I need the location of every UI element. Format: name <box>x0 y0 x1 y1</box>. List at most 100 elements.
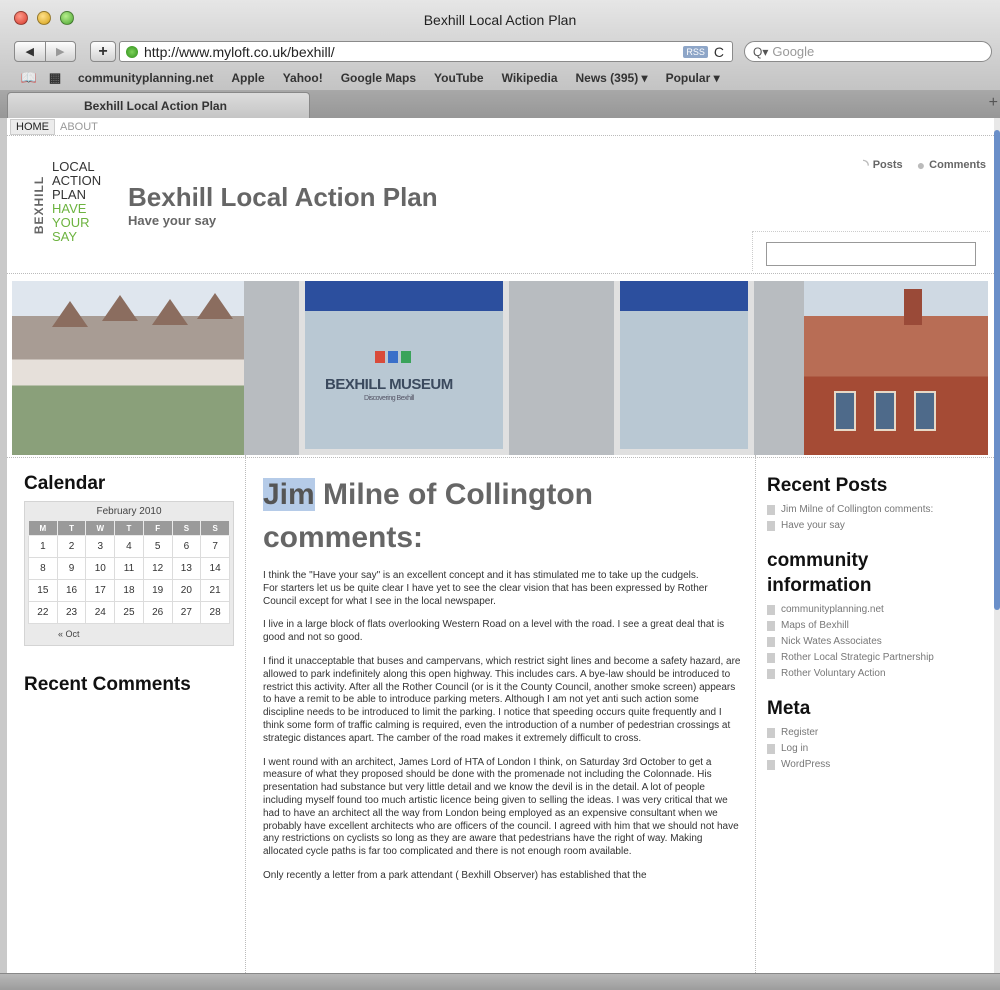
calendar-day: 27 <box>171 601 202 624</box>
post-paragraph: I live in a large block of flats overloo… <box>263 619 725 644</box>
community-link[interactable]: communityplanning.net <box>767 602 987 618</box>
calendar-day: 15 <box>28 579 58 602</box>
calendar-day: 2 <box>56 535 87 558</box>
header-divider <box>7 273 994 274</box>
new-tab-icon[interactable]: + <box>989 94 998 112</box>
post-body: I think the "Have your say" is an excell… <box>263 570 741 883</box>
calendar-day-header: S <box>171 520 202 536</box>
header-search <box>752 231 990 271</box>
nav-home-link[interactable]: HOME <box>10 118 55 135</box>
left-sidebar: Calendar February 2010 M T W T F S S 1 2… <box>24 473 234 702</box>
calendar-month: February 2010 <box>96 506 162 517</box>
top-sites-grid-icon[interactable]: ▦ <box>46 70 64 86</box>
bookmark-item[interactable]: YouTube <box>434 71 484 85</box>
calendar-day-header: F <box>142 520 173 536</box>
community-link[interactable]: Rother Voluntary Action <box>767 666 987 682</box>
vertical-scrollbar[interactable] <box>994 118 1000 973</box>
banner-houses-photo <box>12 281 244 455</box>
logo-line: LOCAL <box>52 159 95 174</box>
address-bar[interactable]: http://www.myloft.co.uk/bexhill/ RSS C <box>119 41 733 62</box>
calendar-day: 9 <box>56 557 87 580</box>
calendar-day: 10 <box>85 557 116 580</box>
back-arrow-icon[interactable]: ◀ <box>15 42 45 61</box>
window-title: Bexhill Local Action Plan <box>423 12 577 28</box>
museum-logo-icon <box>375 351 411 363</box>
rss-icon[interactable]: RSS <box>683 45 708 58</box>
calendar-day: 22 <box>28 601 58 624</box>
right-sidebar: Recent Posts Jim Milne of Collington com… <box>767 473 987 787</box>
site-search-input[interactable] <box>766 242 976 266</box>
bookmark-item[interactable]: News (395) ▾ <box>576 71 648 85</box>
post-paragraph: Only recently a letter from a park atten… <box>263 869 647 881</box>
logo-bexhill-text: BEXHILL <box>32 175 46 235</box>
comment-bubble-icon: ● <box>916 156 926 173</box>
search-field[interactable]: Q▾ Google <box>744 41 992 62</box>
bookmark-item[interactable]: Apple <box>231 71 264 85</box>
posts-feed-link[interactable]: Posts <box>873 159 903 171</box>
site-title[interactable]: Bexhill Local Action Plan <box>128 182 438 213</box>
tab-bar: Bexhill Local Action Plan + <box>0 90 1000 118</box>
community-information-title: community information <box>767 548 987 598</box>
calendar-prev-month-link[interactable]: « Oct <box>28 624 230 639</box>
calendar-day: 13 <box>171 557 202 580</box>
browser-chrome: Bexhill Local Action Plan ◀ ▶ + http://w… <box>0 0 1000 118</box>
column-separator <box>755 455 756 973</box>
add-bookmark-button[interactable]: + <box>90 41 116 62</box>
calendar-day: 28 <box>200 601 230 624</box>
community-link[interactable]: Rother Local Strategic Partnership <box>767 650 987 666</box>
nav-about-link[interactable]: ABOUT <box>55 120 103 134</box>
bookmarks-book-icon[interactable]: 📖 <box>20 70 38 86</box>
museum-window: BEXHILL MUSEUM Discovering Bexhill <box>299 281 509 455</box>
logo-line: HAVE <box>52 201 87 216</box>
calendar-day: 11 <box>114 557 144 580</box>
bookmark-item[interactable]: Google Maps <box>341 71 416 85</box>
calendar-day: 7 <box>200 535 230 558</box>
comments-feed-link[interactable]: Comments <box>929 159 986 171</box>
url-text[interactable]: http://www.myloft.co.uk/bexhill/ <box>144 44 683 60</box>
site-logo[interactable]: BEXHILL LOCAL ACTION PLAN HAVE YOUR SAY <box>32 160 122 255</box>
tab-bexhill[interactable]: Bexhill Local Action Plan <box>7 92 310 118</box>
recent-posts-list: Jim Milne of Collington comments: Have y… <box>767 502 987 534</box>
museum-window <box>614 281 754 455</box>
feed-links: ◝ Posts ● Comments <box>863 156 986 173</box>
community-links-list: communityplanning.net Maps of Bexhill Ni… <box>767 602 987 682</box>
navigation-toolbar: ◀ ▶ + http://www.myloft.co.uk/bexhill/ R… <box>0 40 1000 66</box>
recent-post-link[interactable]: Jim Milne of Collington comments: <box>767 502 987 518</box>
calendar-day: 6 <box>171 535 202 558</box>
bookmark-item[interactable]: communityplanning.net <box>78 71 213 85</box>
community-link[interactable]: Nick Wates Associates <box>767 634 987 650</box>
calendar-day: 12 <box>142 557 173 580</box>
status-bar <box>0 973 1000 990</box>
rss-feed-icon: ◝ <box>863 156 869 172</box>
banner-brick-building-photo <box>804 281 988 455</box>
reload-icon[interactable]: C <box>714 44 724 60</box>
calendar-day: 18 <box>114 579 144 602</box>
community-link[interactable]: Maps of Bexhill <box>767 618 987 634</box>
search-placeholder: Google <box>772 44 815 59</box>
login-link[interactable]: Log in <box>767 741 987 757</box>
calendar-day: 24 <box>85 601 116 624</box>
banner-divider <box>7 457 994 458</box>
forward-arrow-icon[interactable]: ▶ <box>44 42 76 61</box>
post-title[interactable]: Jim Milne of Collington comments: <box>263 473 741 559</box>
scrollbar-thumb[interactable] <box>994 130 1000 610</box>
bookmark-item[interactable]: Wikipedia <box>502 71 558 85</box>
main-content: Jim Milne of Collington comments: I thin… <box>263 473 741 894</box>
back-forward-buttons: ◀ ▶ <box>14 41 76 62</box>
recent-post-link[interactable]: Have your say <box>767 518 987 534</box>
bookmarks-bar: 📖 ▦ communityplanning.net Apple Yahoo! G… <box>0 68 1000 88</box>
calendar-day: 3 <box>85 535 116 558</box>
community-title-line: community <box>767 550 869 571</box>
calendar-day: 19 <box>142 579 173 602</box>
calendar-day-header: S <box>200 520 230 536</box>
calendar-day: 23 <box>56 601 87 624</box>
wordpress-link[interactable]: WordPress <box>767 757 987 773</box>
recent-posts-title: Recent Posts <box>767 475 888 496</box>
logo-line: YOUR <box>52 215 90 230</box>
bookmark-item[interactable]: Popular ▾ <box>666 71 720 85</box>
site-tagline: Have your say <box>128 213 217 228</box>
search-icon[interactable]: Q▾ <box>753 45 768 59</box>
bookmark-item[interactable]: Yahoo! <box>283 71 323 85</box>
post-title-selected-text: Jim <box>263 478 315 511</box>
register-link[interactable]: Register <box>767 725 987 741</box>
